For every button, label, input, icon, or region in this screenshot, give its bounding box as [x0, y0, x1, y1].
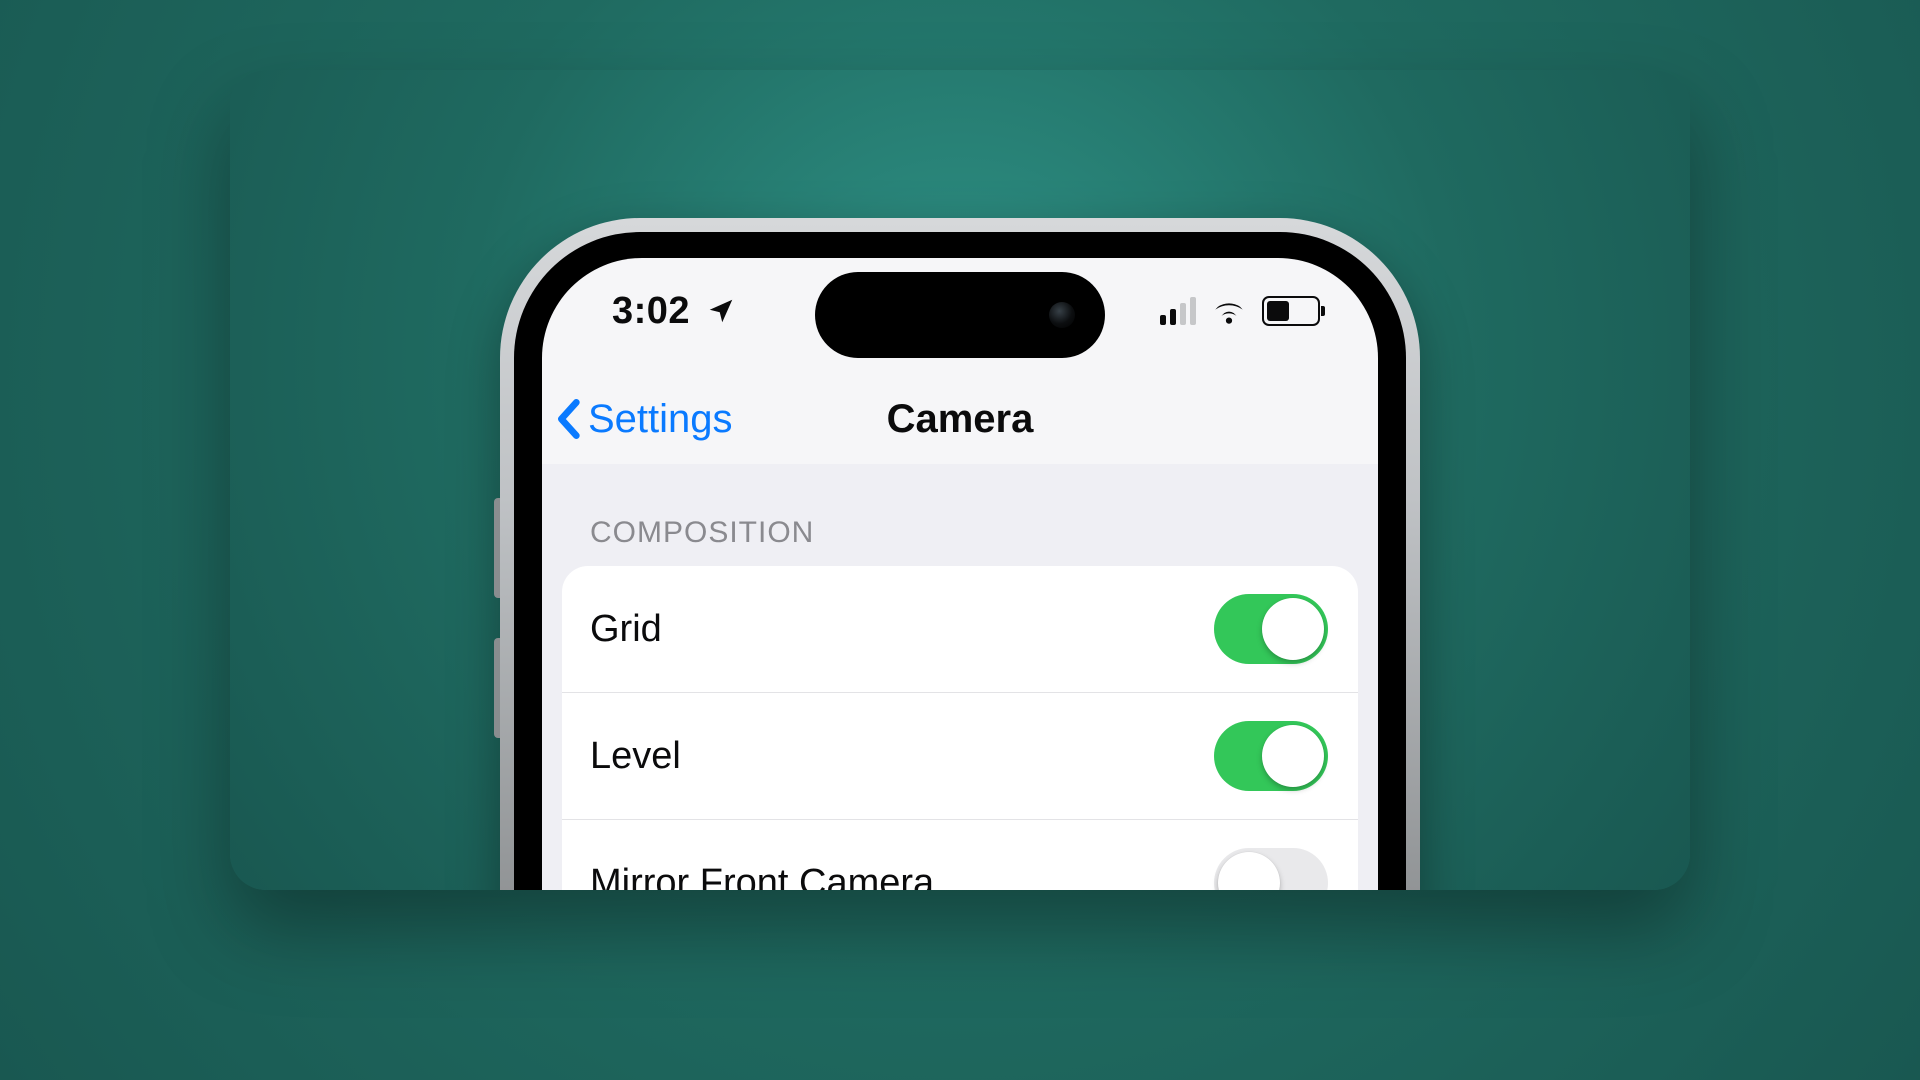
section-header-composition: COMPOSITION	[542, 464, 1378, 566]
location-arrow-icon	[706, 296, 736, 326]
row-label: Level	[590, 735, 681, 778]
row-label: Mirror Front Camera	[590, 862, 934, 891]
cellular-signal-icon	[1160, 297, 1196, 325]
nav-header: Settings Camera	[542, 374, 1378, 465]
iphone-device-frame: 3:02	[500, 218, 1420, 890]
back-label: Settings	[588, 397, 733, 442]
status-bar-left: 3:02	[612, 290, 736, 333]
row-grid: Grid	[562, 566, 1358, 692]
status-bar-right	[1160, 296, 1320, 326]
stage: 3:02	[0, 0, 1920, 1080]
row-mirror-front-camera: Mirror Front Camera	[562, 819, 1358, 890]
row-level: Level	[562, 692, 1358, 819]
row-label: Grid	[590, 608, 662, 651]
toggle-level[interactable]	[1214, 721, 1328, 791]
settings-content: COMPOSITION Grid Level Mirr	[542, 464, 1378, 890]
toggle-mirror-front-camera[interactable]	[1214, 848, 1328, 890]
phone-screen: 3:02	[542, 258, 1378, 890]
status-time: 3:02	[612, 290, 690, 333]
toggle-grid[interactable]	[1214, 594, 1328, 664]
phone-bezel: 3:02	[514, 232, 1406, 890]
back-to-settings-button[interactable]: Settings	[542, 397, 733, 442]
battery-icon	[1262, 296, 1320, 326]
artboard: 3:02	[230, 70, 1690, 890]
status-bar: 3:02	[542, 258, 1378, 364]
wifi-icon	[1212, 298, 1246, 324]
composition-list: Grid Level Mirror Front Camera	[562, 566, 1358, 890]
chevron-left-icon	[554, 399, 582, 439]
